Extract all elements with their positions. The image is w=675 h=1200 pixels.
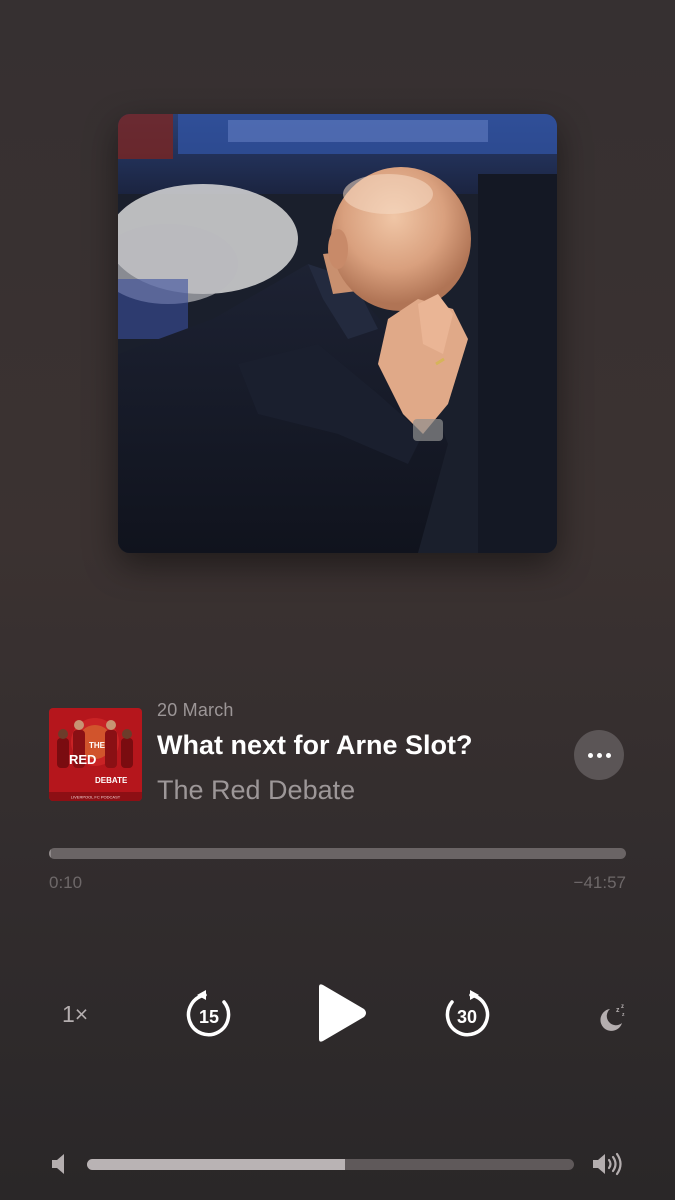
sleep-timer-button[interactable]: z z z [596, 1001, 628, 1033]
svg-text:z: z [621, 1004, 624, 1010]
ellipsis-icon [587, 752, 593, 758]
artwork-image [118, 114, 557, 553]
elapsed-time: 0:10 [49, 873, 83, 892]
podcast-name[interactable]: The Red Debate [157, 775, 355, 806]
play-icon [319, 984, 366, 1042]
episode-title[interactable]: What next for Arne Slot? [157, 730, 473, 761]
svg-text:z: z [622, 1012, 625, 1018]
ellipsis-icon-dot [605, 752, 611, 758]
thumbnail-line2: RED [69, 752, 96, 767]
episode-artwork [118, 114, 557, 553]
ellipsis-icon-dot [596, 752, 602, 758]
podcast-thumbnail[interactable]: THE RED DEBATE LIVERPOOL FC PODCAST [49, 708, 142, 801]
skip-back-button[interactable]: 15 [183, 989, 235, 1041]
volume-low-icon [50, 1153, 68, 1175]
play-button[interactable] [310, 983, 370, 1043]
skip-forward-seconds: 30 [456, 1006, 478, 1027]
svg-text:z: z [616, 1007, 620, 1014]
remaining-time: −41:57 [573, 873, 626, 892]
playback-progress-fill [49, 848, 52, 859]
thumbnail-line3: DEBATE [95, 776, 128, 785]
playback-scrubber[interactable] [49, 848, 626, 859]
volume-level-fill [87, 1159, 346, 1170]
thumbnail-line1: THE [89, 741, 106, 750]
skip-back-seconds: 15 [198, 1006, 220, 1027]
more-options-button[interactable] [574, 730, 624, 780]
playback-speed-button[interactable]: 1× [62, 1001, 88, 1028]
sleep-timer-icon: z z z [600, 1004, 625, 1031]
episode-date: 20 March [157, 700, 234, 720]
thumbnail-footer: LIVERPOOL FC PODCAST [71, 795, 121, 800]
volume-slider[interactable] [87, 1159, 574, 1170]
volume-high-icon [592, 1150, 626, 1178]
skip-forward-button[interactable]: 30 [441, 989, 493, 1041]
